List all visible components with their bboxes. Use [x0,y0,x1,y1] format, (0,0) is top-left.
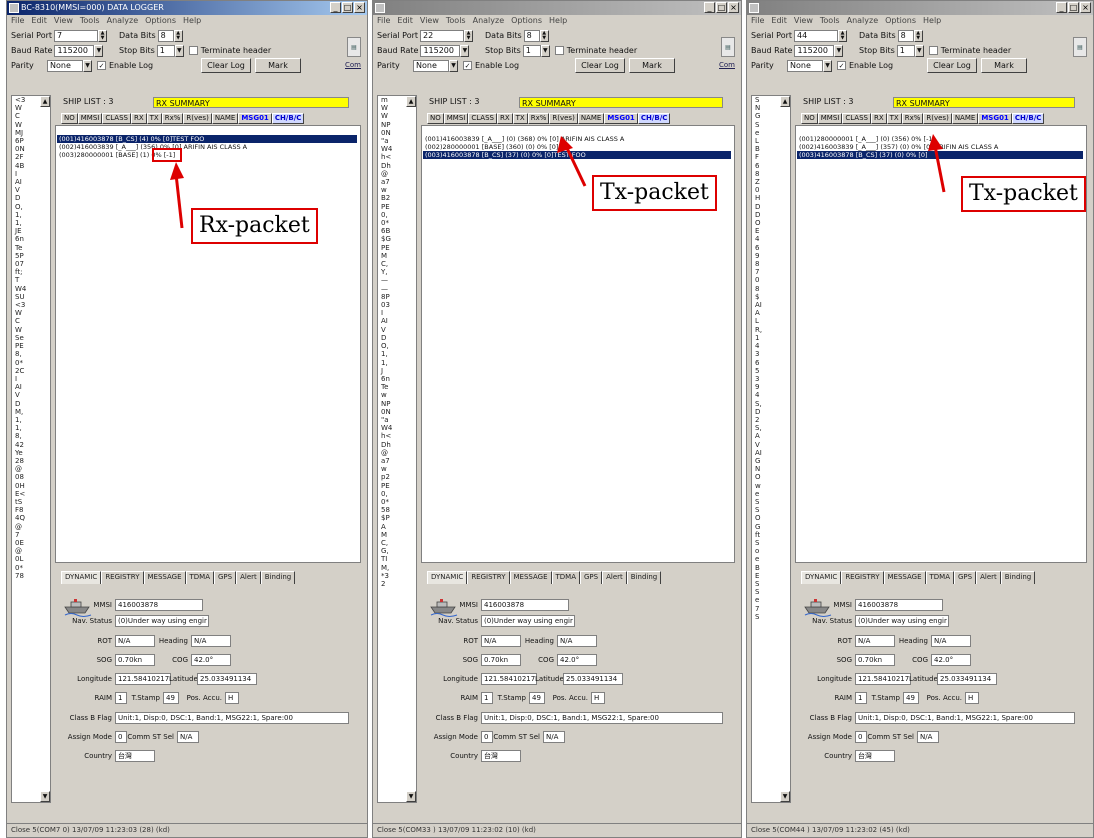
rx-arrow-icon [170,134,946,229]
tx-packet-annotation-2: Tx-packet [961,176,1086,212]
rx-packet-annotation: Rx-packet [191,208,318,244]
tx-packet-annotation-1: Tx-packet [592,175,717,211]
